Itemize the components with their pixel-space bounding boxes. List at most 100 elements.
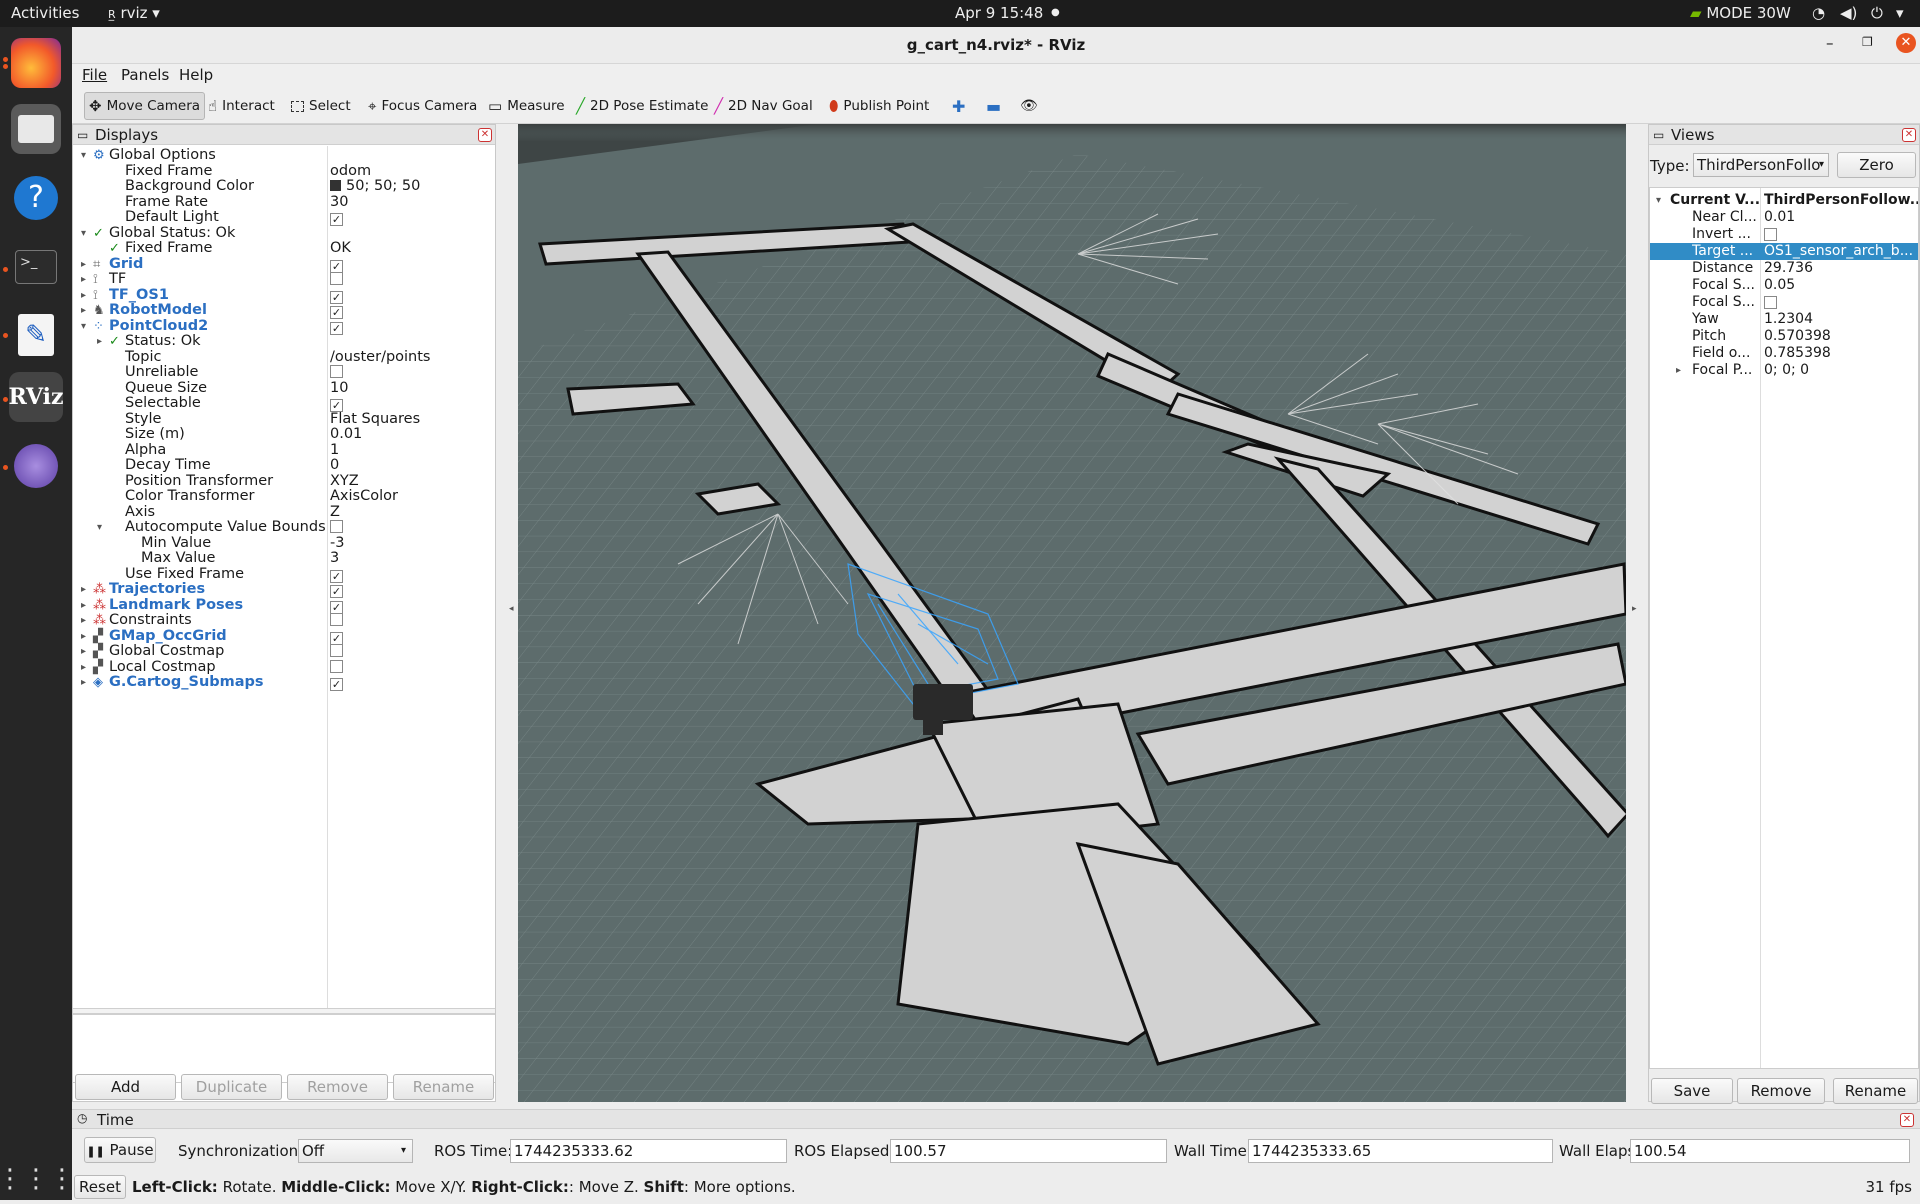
rviz-dock-icon[interactable]: RViz bbox=[8, 372, 64, 422]
add-display-button[interactable]: Add bbox=[75, 1074, 176, 1100]
rename-view-button[interactable]: Rename bbox=[1833, 1078, 1918, 1104]
view-property-value[interactable]: OS1_sensor_arch_b... bbox=[1764, 243, 1918, 260]
checkbox[interactable] bbox=[330, 365, 343, 378]
add-tool-icon[interactable]: ✚ bbox=[948, 92, 969, 120]
2d-pose-estimate-tool[interactable]: ╱ 2D Pose Estimate bbox=[572, 92, 713, 120]
menu-panels[interactable]: Panels bbox=[121, 66, 169, 84]
view-property-row[interactable]: Focal S... 0.05 bbox=[1650, 277, 1918, 294]
hint-action: : Move Z. bbox=[568, 1178, 644, 1196]
publish-point-tool[interactable]: ⬮ Publish Point bbox=[825, 92, 933, 120]
move-camera-tool[interactable]: ✥ Move Camera bbox=[84, 92, 206, 120]
views-tree[interactable]: ▾ Current V... ThirdPersonFollow... Near Cl… bbox=[1649, 187, 1919, 1069]
view-property-row[interactable]: Focal S... bbox=[1650, 294, 1918, 312]
chevron-down-icon[interactable]: ▾ bbox=[1656, 192, 1661, 209]
reset-button[interactable]: Reset bbox=[74, 1175, 126, 1199]
remove-view-button[interactable]: Remove bbox=[1737, 1078, 1825, 1104]
2d-nav-goal-tool[interactable]: ╱ 2D Nav Goal bbox=[710, 92, 817, 120]
display-row[interactable]: ▸ ◈ G.Cartog_Submaps ✓ bbox=[73, 673, 493, 692]
view-property-row[interactable]: Invert ... bbox=[1650, 226, 1918, 244]
render-viewport[interactable] bbox=[518, 124, 1626, 1102]
display-value[interactable]: ✓ bbox=[330, 673, 343, 692]
view-property-value[interactable] bbox=[1764, 226, 1918, 244]
view-property-value[interactable]: 0.570398 bbox=[1764, 328, 1918, 345]
activities-button[interactable]: Activities bbox=[11, 4, 79, 22]
window-titlebar[interactable]: g_cart_n4.rviz* - RViz – ❐ ✕ bbox=[72, 27, 1920, 64]
checkbox[interactable]: ✓ bbox=[330, 678, 343, 691]
checkbox[interactable] bbox=[330, 272, 343, 285]
view-property-row[interactable]: Near Cl... 0.01 bbox=[1650, 209, 1918, 226]
view-property-row[interactable]: Target ... OS1_sensor_arch_b... bbox=[1650, 243, 1918, 260]
checkbox[interactable] bbox=[330, 520, 343, 533]
focus-camera-tool[interactable]: ⌖ Focus Camera bbox=[364, 92, 481, 120]
volume-icon[interactable]: ◀) bbox=[1840, 4, 1857, 22]
minimize-icon[interactable]: – bbox=[1826, 34, 1834, 52]
menu-file[interactable]: File bbox=[82, 66, 107, 84]
checkbox[interactable] bbox=[330, 613, 343, 626]
view-property-value[interactable]: 0.05 bbox=[1764, 277, 1918, 294]
duplicate-display-button[interactable]: Duplicate bbox=[181, 1074, 282, 1100]
terminal-icon[interactable]: >_ bbox=[11, 242, 61, 292]
chevron-right-icon[interactable]: ▸ bbox=[1676, 362, 1681, 379]
view-property-name: Focal S... bbox=[1692, 294, 1755, 310]
system-menu-chevron-icon[interactable]: ▾ bbox=[1896, 4, 1904, 22]
view-property-value[interactable]: 1.2304 bbox=[1764, 311, 1918, 328]
checkbox[interactable] bbox=[330, 659, 343, 673]
select-tool[interactable]: Select bbox=[287, 92, 355, 120]
wifi-icon[interactable]: ◔ bbox=[1812, 4, 1825, 22]
ros-elapsed-field[interactable]: 100.57 bbox=[890, 1139, 1167, 1163]
app-menu[interactable]: R̲ rviz ▾ bbox=[108, 4, 160, 22]
view-property-row[interactable]: ▾ Current V... ThirdPersonFollow... bbox=[1650, 192, 1918, 209]
left-splitter[interactable]: ◂ bbox=[497, 124, 519, 1102]
clock[interactable]: Apr 9 15:48 bbox=[955, 4, 1043, 22]
close-views-icon[interactable]: ✕ bbox=[1902, 128, 1916, 142]
remove-display-button[interactable]: Remove bbox=[287, 1074, 388, 1100]
menu-help[interactable]: Help bbox=[179, 66, 213, 84]
view-property-value[interactable]: 0; 0; 0 bbox=[1764, 362, 1918, 379]
files-icon[interactable] bbox=[11, 104, 61, 154]
view-property-value[interactable]: 0.01 bbox=[1764, 209, 1918, 226]
checkbox[interactable] bbox=[1764, 228, 1777, 241]
wall-elapsed-field[interactable]: 100.54 bbox=[1630, 1139, 1910, 1163]
view-property-name: Current V... bbox=[1670, 192, 1760, 208]
view-property-value[interactable] bbox=[1764, 294, 1918, 312]
interact-tool[interactable]: ☝ Interact bbox=[204, 92, 279, 120]
text-editor-icon[interactable]: ✎ bbox=[11, 310, 61, 360]
maximize-icon[interactable]: ❐ bbox=[1862, 35, 1873, 49]
right-splitter[interactable]: ▸ bbox=[1626, 124, 1649, 1102]
rqt-icon[interactable] bbox=[11, 441, 61, 491]
view-property-row[interactable]: Pitch 0.570398 bbox=[1650, 328, 1918, 345]
checkbox[interactable] bbox=[330, 644, 343, 657]
chevron-right-icon[interactable]: ▸ bbox=[81, 673, 86, 692]
app-grid-icon[interactable]: ⋮⋮⋮ bbox=[0, 1154, 75, 1204]
close-window-icon[interactable]: ✕ bbox=[1896, 33, 1916, 53]
remove-tool-icon[interactable]: ▬ bbox=[982, 92, 1005, 120]
hint-action: : More options. bbox=[683, 1178, 796, 1196]
zero-button[interactable]: Zero bbox=[1837, 152, 1916, 178]
ros-time-field[interactable]: 1744235333.62 bbox=[510, 1139, 787, 1163]
nav-goal-icon: ╱ bbox=[714, 97, 724, 115]
sync-select[interactable]: Off ▾ bbox=[298, 1139, 413, 1163]
power-icon[interactable]: ⏻ bbox=[1871, 4, 1883, 22]
tool-properties-icon[interactable]: 👁 bbox=[1016, 92, 1042, 120]
app-name: rviz bbox=[120, 4, 148, 22]
close-time-icon[interactable]: ✕ bbox=[1900, 1113, 1914, 1127]
view-property-value[interactable]: 0.785398 bbox=[1764, 345, 1918, 362]
firefox-icon[interactable] bbox=[11, 38, 61, 88]
view-property-row[interactable]: Yaw 1.2304 bbox=[1650, 311, 1918, 328]
view-property-row[interactable]: Field o... 0.785398 bbox=[1650, 345, 1918, 362]
help-icon[interactable]: ? bbox=[11, 173, 61, 223]
pause-button[interactable]: ❚❚ Pause bbox=[84, 1137, 156, 1163]
nvidia-power-mode[interactable]: ▰ MODE 30W bbox=[1690, 4, 1791, 22]
displays-tree[interactable]: ▾ ⚙ Global Options Fixed Frame odom Backgroun… bbox=[73, 146, 495, 1008]
measure-tool[interactable]: ▭ Measure bbox=[484, 92, 569, 120]
save-view-button[interactable]: Save bbox=[1651, 1078, 1733, 1104]
checkbox[interactable] bbox=[1764, 296, 1777, 309]
view-property-value[interactable]: 29.736 bbox=[1764, 260, 1918, 277]
close-displays-icon[interactable]: ✕ bbox=[478, 128, 492, 142]
view-property-value[interactable]: ThirdPersonFollow... bbox=[1764, 192, 1918, 209]
rename-display-button[interactable]: Rename bbox=[393, 1074, 494, 1100]
view-type-select[interactable]: ThirdPersonFollo ▾ bbox=[1693, 153, 1829, 177]
view-property-row[interactable]: ▸ Focal P... 0; 0; 0 bbox=[1650, 362, 1918, 379]
view-property-row[interactable]: Distance 29.736 bbox=[1650, 260, 1918, 277]
wall-time-field[interactable]: 1744235333.65 bbox=[1248, 1139, 1553, 1163]
